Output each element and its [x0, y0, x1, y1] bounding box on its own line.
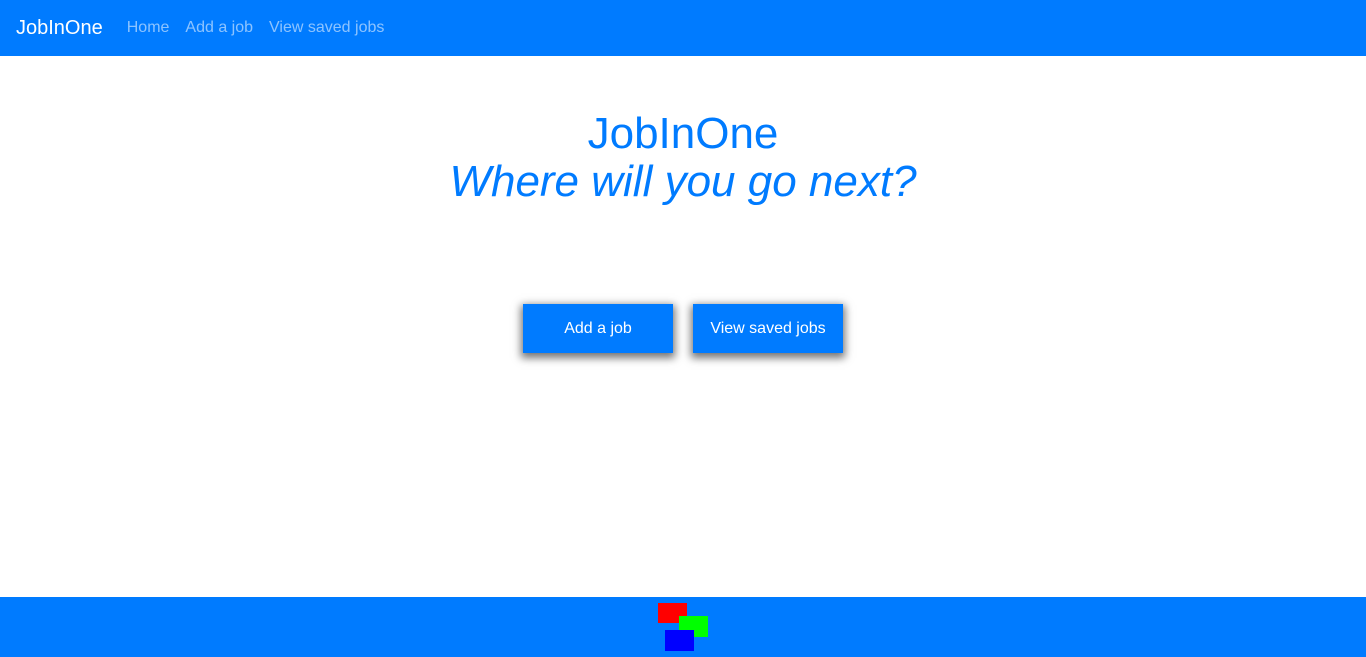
- hero-subtitle: Where will you go next?: [449, 157, 917, 206]
- footer-logo-icon: [657, 602, 709, 652]
- top-navbar: JobInOne Home Add a job View saved jobs: [0, 0, 1366, 56]
- view-saved-jobs-button[interactable]: View saved jobs: [693, 304, 843, 353]
- nav-link-add-job[interactable]: Add a job: [177, 20, 261, 36]
- add-job-button[interactable]: Add a job: [523, 304, 673, 353]
- hero-section: JobInOne Where will you go next?: [0, 108, 1366, 204]
- nav-link-home[interactable]: Home: [119, 20, 178, 36]
- hero-title: JobInOne: [587, 109, 779, 158]
- footer: [0, 597, 1366, 657]
- logo-blue-square: [665, 630, 694, 651]
- nav-link-view-saved-jobs[interactable]: View saved jobs: [261, 20, 392, 36]
- brand-link[interactable]: JobInOne: [16, 18, 103, 38]
- action-buttons: Add a job View saved jobs: [0, 304, 1366, 353]
